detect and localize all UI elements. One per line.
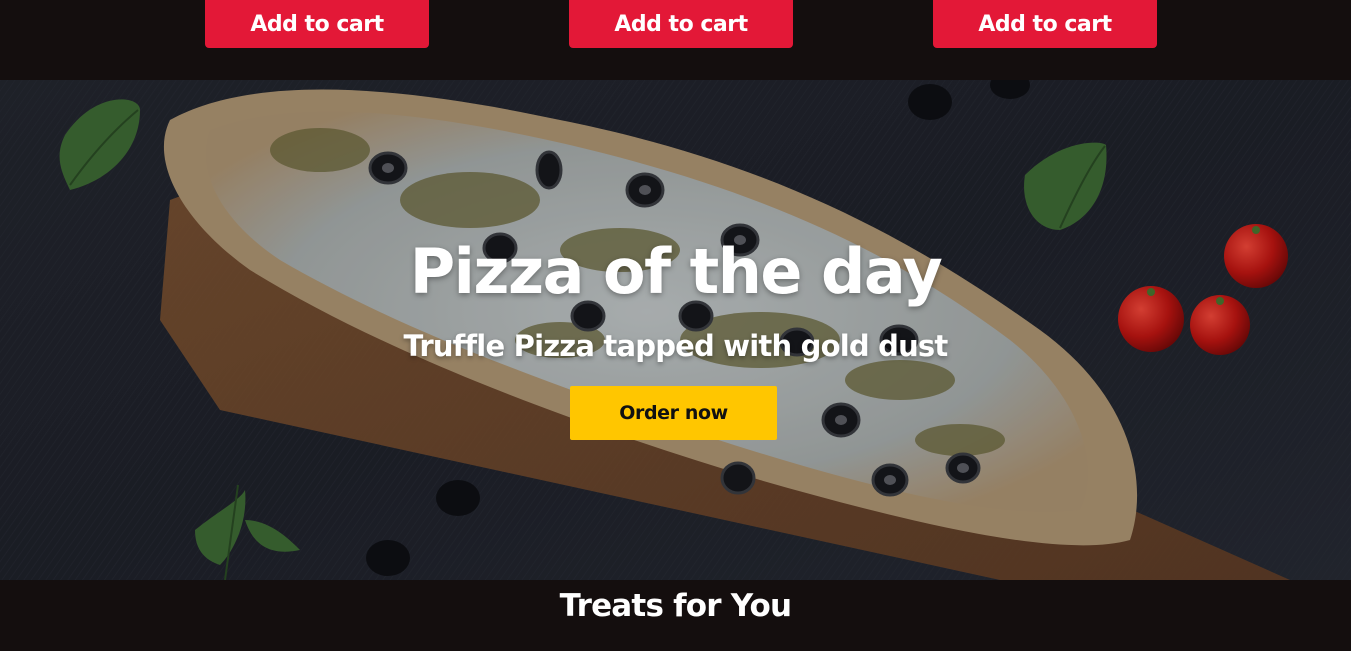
product-cart-strip: Add to cart Add to cart Add to cart [0,0,1351,80]
hero-title: Pizza of the day [409,235,943,308]
add-to-cart-button[interactable]: Add to cart [569,0,793,48]
page: Add to cart Add to cart Add to cart Pizz… [0,0,1351,651]
treats-section: Treats for You [0,580,1351,651]
add-to-cart-button[interactable]: Add to cart [205,0,429,48]
pizza-of-the-day-hero: Pizza of the day Truffle Pizza tapped wi… [0,80,1351,580]
hero-subtitle: Truffle Pizza tapped with gold dust [403,329,949,363]
treats-heading: Treats for You [559,588,792,624]
add-to-cart-button[interactable]: Add to cart [933,0,1157,48]
order-now-button[interactable]: Order now [570,386,777,440]
